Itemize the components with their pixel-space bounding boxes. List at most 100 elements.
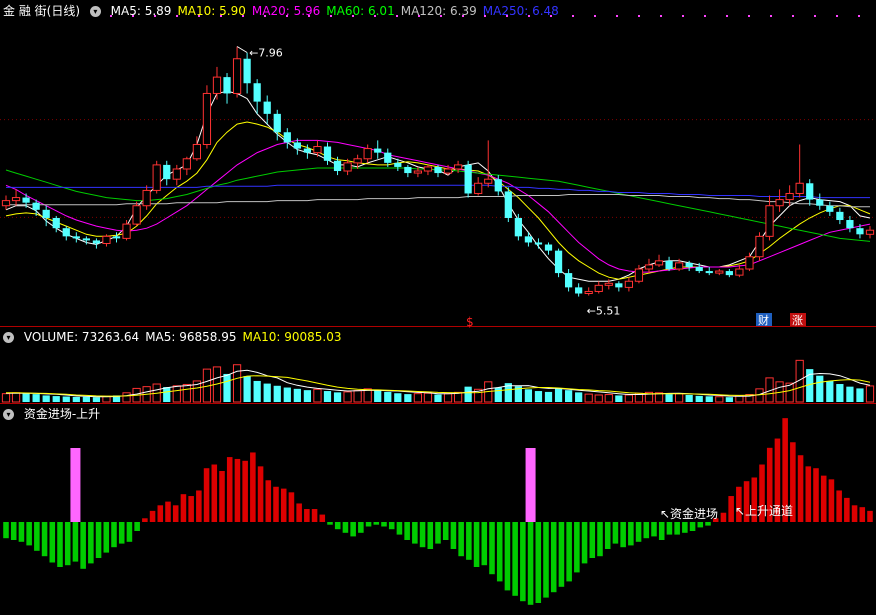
candle-body [826, 205, 834, 212]
rise-marker: 涨 [792, 314, 803, 327]
indicator-bar [813, 468, 819, 522]
candle [1, 195, 11, 210]
volume-bar [293, 388, 301, 402]
candle-body [62, 228, 70, 237]
volume-settings-icon[interactable]: ▾ [3, 332, 14, 343]
indicator-bar [836, 490, 842, 522]
indicator-settings-icon[interactable]: ▾ [3, 409, 14, 420]
volume-bar [62, 396, 70, 402]
indicator-bar [658, 522, 665, 540]
candle-body [142, 189, 151, 207]
volume-bar [313, 388, 322, 403]
indicator-bar [18, 522, 25, 542]
candle [283, 128, 291, 149]
volume-bar [32, 394, 40, 402]
candle-body [665, 260, 673, 270]
indicator-bar [250, 452, 256, 522]
indicator-bar [311, 509, 318, 522]
indicator-bar [489, 522, 495, 575]
candle-body [806, 183, 814, 200]
indicator-bar [126, 522, 133, 542]
candle-body [82, 238, 90, 241]
indicator-bar [34, 522, 40, 551]
volume-bar [624, 394, 634, 403]
indicator-bar [41, 522, 48, 557]
volume-bar [494, 387, 502, 402]
candle [464, 160, 472, 198]
candle-body [163, 164, 171, 180]
volume-bar [353, 390, 362, 403]
indicator-bar [481, 522, 488, 566]
candle-body [22, 197, 30, 203]
candle [423, 164, 433, 176]
volume-bar [705, 396, 713, 402]
candle [11, 189, 21, 206]
candle-body [394, 162, 402, 167]
indicator-bar [334, 522, 341, 530]
indicator-bar [589, 522, 596, 558]
candle [172, 164, 181, 186]
annotation-entry: ↖资金进场 [660, 506, 718, 521]
candle [484, 140, 493, 188]
finance-marker: 财 [758, 313, 769, 327]
indicator-bar [427, 522, 434, 549]
tick-dot [682, 15, 684, 17]
candle [795, 144, 804, 198]
volume-bar [22, 393, 30, 402]
volume-bar [594, 394, 603, 403]
candle-body [544, 244, 553, 251]
indicator-bar [80, 522, 86, 569]
stock-name: 金 融 街 [3, 4, 47, 18]
candle-body [102, 235, 111, 244]
candle-body [715, 270, 724, 274]
volume-bar [223, 373, 231, 402]
volume-bar [413, 393, 423, 403]
candle-body [1, 200, 11, 207]
candle [705, 266, 713, 276]
tick-dot [814, 15, 816, 17]
volume-bar [263, 383, 271, 402]
volume-bar [544, 391, 553, 402]
indicator-bar [643, 522, 650, 539]
annotation-rise: ↖上升通道 [735, 504, 793, 518]
candle [745, 252, 754, 272]
candle-body [423, 166, 433, 172]
settings-icon[interactable]: ▾ [89, 6, 101, 17]
volume-labels: VOLUME: 73263.64 MA5: 96858.95 MA10: 90085… [24, 330, 348, 344]
indicator-bar [412, 522, 418, 544]
candle-body [634, 268, 644, 282]
candle [474, 177, 483, 196]
dollar-marker: $ [466, 315, 474, 329]
volume-label: VOLUME: 73263.64 [23, 330, 140, 344]
candle-body [182, 158, 191, 170]
candle-body [524, 236, 533, 243]
indicator-bar [342, 522, 349, 533]
candle [725, 269, 733, 278]
indicator-bar [435, 522, 441, 544]
candle-body [705, 271, 713, 274]
volume-bar [575, 392, 583, 402]
volume-bar [404, 394, 412, 402]
indicator-bar [211, 464, 218, 522]
candle [865, 226, 875, 239]
indicator-bar [219, 471, 225, 522]
candle-body [564, 273, 573, 288]
stock-chart[interactable]: ←7.96 ←5.51 $ 财 涨 ↖资金进场 ↖上升通道 [0, 0, 876, 615]
volume-bar [172, 385, 181, 403]
candle-body [192, 143, 202, 160]
indicator-bar [805, 466, 812, 522]
candle-body [443, 168, 453, 174]
indicator-bar [111, 522, 117, 548]
indicator-bar [620, 522, 626, 548]
indicator-title: 资金进场-上升 [23, 407, 101, 421]
candle [846, 215, 854, 233]
volume-bar [303, 390, 312, 402]
indicator-bar [103, 522, 110, 553]
candle [554, 248, 563, 278]
volume-bar [434, 394, 442, 402]
candle-body [735, 268, 744, 276]
low-price-label: ←5.51 [587, 305, 621, 318]
indicator-bar [26, 522, 32, 546]
volume-bar [464, 386, 472, 402]
candle [624, 277, 634, 292]
